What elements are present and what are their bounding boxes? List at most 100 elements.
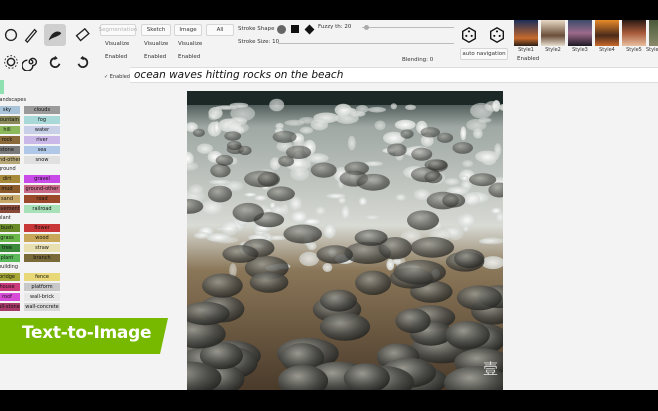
enabled-toggle-sketch[interactable]: Enabled bbox=[144, 54, 166, 60]
enabled-checkbox[interactable]: ✓ Enabled bbox=[104, 74, 130, 80]
stone-shape bbox=[224, 131, 242, 141]
palette-item-hill[interactable]: hill bbox=[0, 126, 20, 134]
palette-item-wall-concrete[interactable]: wall-concrete bbox=[24, 303, 60, 311]
brush-tool-icon[interactable] bbox=[44, 24, 66, 46]
image-button[interactable]: Image bbox=[174, 24, 202, 36]
palette-item-wood[interactable]: wood bbox=[24, 234, 60, 242]
dice-icon-2[interactable] bbox=[486, 24, 508, 46]
foam-blob bbox=[444, 178, 460, 186]
palette-item-sky[interactable]: sky bbox=[0, 106, 20, 114]
enabled-toggle-image[interactable]: Enabled bbox=[178, 54, 200, 60]
palette-item-sand[interactable]: sand bbox=[0, 195, 20, 203]
palette-item-bush[interactable]: bush bbox=[0, 224, 20, 232]
ocean-rocks-image bbox=[187, 91, 503, 390]
palette-item-road[interactable]: road bbox=[24, 195, 60, 203]
fuzzy-threshold-label: Fuzzy th: 20 bbox=[318, 24, 352, 30]
palette-item-straw[interactable]: straw bbox=[24, 244, 60, 252]
auto-navigation-button[interactable]: auto navigation bbox=[460, 48, 508, 60]
blending-label: Blending: 0 bbox=[402, 57, 434, 63]
palette-item-mountain[interactable]: mountain bbox=[0, 116, 20, 124]
palette-item-flower[interactable]: flower bbox=[24, 224, 60, 232]
lasso-tool-icon[interactable] bbox=[0, 24, 22, 46]
palette-item-dirt[interactable]: dirt bbox=[0, 175, 20, 183]
stone-shape bbox=[232, 202, 264, 223]
foam-blob bbox=[310, 118, 329, 131]
palette-item-wall-brick[interactable]: wall-brick bbox=[24, 293, 60, 301]
palette-item-fence[interactable]: fence bbox=[24, 273, 60, 281]
palette-item-sea[interactable]: sea bbox=[24, 146, 60, 154]
palette-item-sand-other[interactable]: sand-other bbox=[0, 156, 20, 164]
palette-item-platform[interactable]: platform bbox=[24, 283, 60, 291]
palette-item-railroad[interactable]: railroad bbox=[24, 205, 60, 213]
visualize-toggle-image[interactable]: Visualize bbox=[178, 41, 202, 47]
palette-item-tree[interactable]: tree bbox=[0, 244, 20, 252]
palette-item-rock[interactable]: rock bbox=[0, 136, 20, 144]
palette-item-bridge[interactable]: bridge bbox=[0, 273, 20, 281]
stroke-shape-label: Stroke Shape bbox=[238, 26, 275, 32]
style1-thumbnail[interactable] bbox=[514, 20, 538, 46]
fuzzy-slider[interactable] bbox=[362, 27, 454, 28]
undo-icon[interactable] bbox=[44, 51, 66, 73]
stone-shape bbox=[226, 140, 242, 151]
palette-item-wall-stone[interactable]: wall-stone bbox=[0, 303, 20, 311]
segmentation-button[interactable]: Segmentation bbox=[99, 24, 137, 36]
style4-thumbnail[interactable] bbox=[595, 20, 619, 46]
all-button[interactable]: All bbox=[206, 24, 234, 36]
stone-shape bbox=[320, 289, 357, 312]
spiral-icon[interactable] bbox=[20, 51, 42, 73]
palette-item-branch[interactable]: branch bbox=[24, 254, 60, 262]
foam-blob bbox=[244, 192, 257, 197]
style2-label: Style2 bbox=[545, 47, 561, 53]
stone-shape bbox=[222, 245, 259, 263]
circle-shape-icon[interactable] bbox=[277, 25, 286, 34]
palette-item-gravel[interactable]: gravel bbox=[24, 175, 60, 183]
foam-blob bbox=[284, 119, 305, 126]
palette-item-snow[interactable]: snow bbox=[24, 156, 60, 164]
palette-item-mud[interactable]: mud bbox=[0, 185, 20, 193]
stroke-size-label: Stroke Size: 10 bbox=[238, 39, 280, 45]
stone-shape bbox=[310, 162, 337, 178]
style2-thumbnail[interactable] bbox=[541, 20, 565, 46]
banner-title: Text-to-Image bbox=[22, 323, 152, 343]
stone-shape bbox=[407, 210, 439, 231]
stone-shape bbox=[411, 147, 433, 161]
foam-blob bbox=[358, 197, 367, 206]
palette-item-clouds[interactable]: clouds bbox=[24, 106, 60, 114]
visualize-toggle-sketch[interactable]: Visualize bbox=[144, 41, 168, 47]
style6-label: Style6 bbox=[646, 47, 658, 53]
sketch-button[interactable]: Sketch bbox=[141, 24, 171, 36]
palette-item-water[interactable]: water bbox=[24, 126, 60, 134]
generated-image-canvas[interactable] bbox=[187, 91, 503, 390]
visualize-toggle-seg[interactable]: Visualize bbox=[105, 41, 129, 47]
style6-thumbnail[interactable] bbox=[649, 20, 658, 46]
gear-icon[interactable] bbox=[0, 51, 22, 73]
fuzzy-slider-handle[interactable] bbox=[364, 25, 369, 30]
palette-color-swatch[interactable] bbox=[0, 80, 4, 94]
enabled-toggle-seg[interactable]: Enabled bbox=[105, 54, 127, 60]
foam-blob bbox=[394, 119, 416, 130]
palette-item-stone[interactable]: stone bbox=[0, 146, 20, 154]
palette-item-plant[interactable]: plant bbox=[0, 254, 20, 262]
style5-thumbnail[interactable] bbox=[622, 20, 646, 46]
foam-blob bbox=[462, 160, 474, 168]
stone-shape bbox=[395, 308, 431, 334]
stone-shape bbox=[400, 129, 414, 139]
palette-item-grass[interactable]: grass bbox=[0, 234, 20, 242]
palette-item-roof[interactable]: roof bbox=[0, 293, 20, 301]
redo-icon[interactable] bbox=[72, 51, 94, 73]
stroke-size-slider[interactable] bbox=[278, 43, 454, 44]
pen-tool-icon[interactable] bbox=[20, 24, 42, 46]
styles-enabled-toggle[interactable]: Enabled bbox=[517, 56, 539, 62]
stone-shape bbox=[283, 224, 322, 244]
palette-item-fog[interactable]: fog bbox=[24, 116, 60, 124]
style3-thumbnail[interactable] bbox=[568, 20, 592, 46]
palette-item-ground-other[interactable]: ground-other bbox=[24, 185, 60, 193]
palette-item-pavement[interactable]: pavement bbox=[0, 205, 20, 213]
eraser-tool-icon[interactable] bbox=[72, 24, 94, 46]
square-shape-icon[interactable] bbox=[291, 25, 299, 33]
dice-icon[interactable] bbox=[458, 24, 480, 46]
palette-item-river[interactable]: river bbox=[24, 136, 60, 144]
text-prompt-input[interactable]: ocean waves hitting rocks on the beach bbox=[130, 67, 658, 83]
diamond-shape-icon[interactable] bbox=[304, 24, 315, 35]
palette-item-house[interactable]: house bbox=[0, 283, 20, 291]
